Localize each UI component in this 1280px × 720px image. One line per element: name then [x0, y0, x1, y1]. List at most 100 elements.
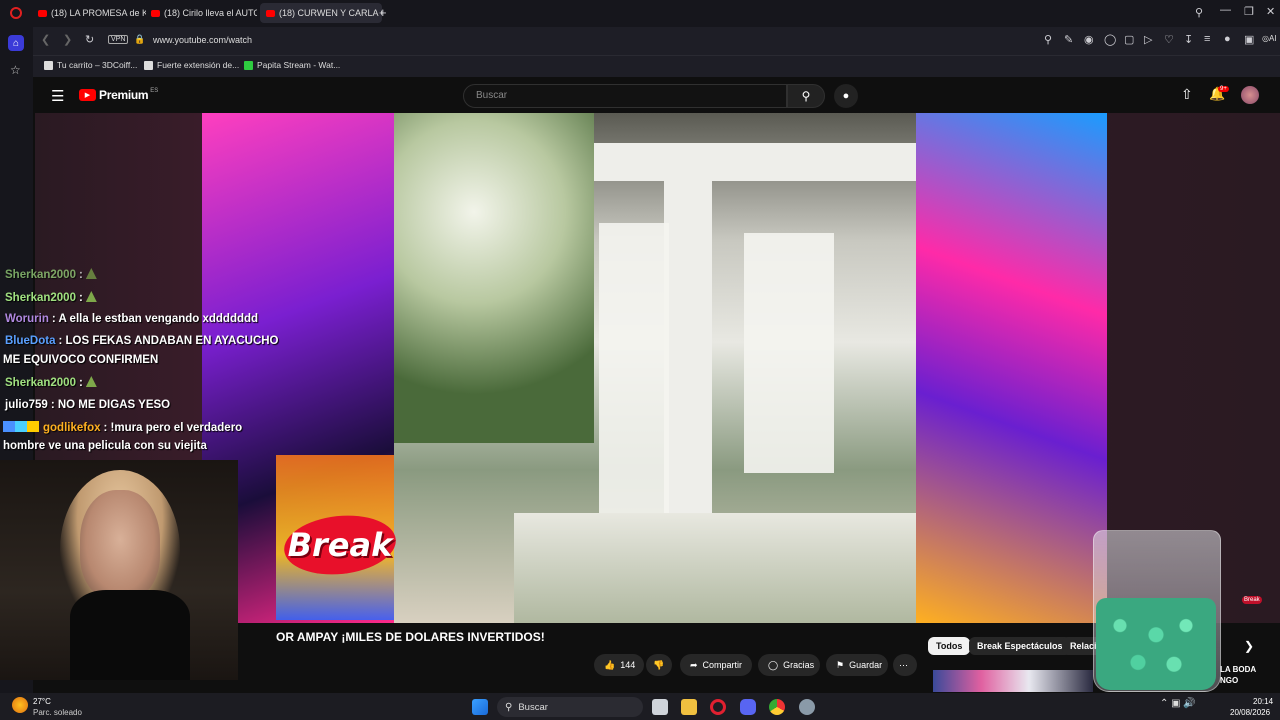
dislike-button[interactable]: 👎: [646, 654, 672, 676]
share-button[interactable]: ➦ Compartir: [680, 654, 752, 676]
suggested-video-thumbnail[interactable]: [933, 670, 1093, 692]
like-count: 144: [620, 660, 636, 670]
vpn-badge[interactable]: VPN: [108, 35, 129, 44]
restore-icon[interactable]: ❐: [1244, 5, 1254, 18]
video-right-graphics: [916, 113, 1107, 623]
thumbs-down-icon: 👎: [653, 659, 665, 670]
flower-arrangement: [394, 113, 594, 443]
tab-1[interactable]: (18) LA PROMESA de King: [38, 3, 146, 23]
tab-3-active[interactable]: (18) CURWEN Y CARLA C: [260, 3, 382, 23]
new-tab-icon[interactable]: +: [379, 5, 387, 20]
download-icon[interactable]: ↧: [1184, 33, 1193, 46]
bookmark-icon: ⚑: [836, 659, 845, 670]
chip-label: Todos: [936, 641, 963, 651]
thanks-button[interactable]: ◯ Gracias: [758, 654, 820, 676]
chat-username: julio759: [5, 399, 48, 411]
search-input[interactable]: [464, 85, 810, 106]
reload-icon[interactable]: ↻: [85, 33, 94, 46]
search-tabs-icon[interactable]: ⚲: [1195, 6, 1203, 19]
chip-all[interactable]: Todos: [928, 637, 971, 655]
extensions-icon[interactable]: ▣: [1244, 33, 1254, 46]
camera-icon[interactable]: ◉: [1084, 33, 1094, 46]
play-icon[interactable]: ▷: [1144, 33, 1152, 46]
youtube-favicon-icon: [151, 9, 160, 17]
search-box: [463, 84, 810, 108]
aria-ai-button[interactable]: ◎AI: [1262, 34, 1277, 43]
tab-label: (18) Cirilo lleva el AUTO p: [164, 8, 257, 18]
chat-text: NO ME DIGAS YESO: [57, 399, 171, 411]
edit-icon[interactable]: ✎: [1064, 33, 1073, 46]
tab-2[interactable]: (18) Cirilo lleva el AUTO p: [151, 3, 257, 23]
bookmark-3[interactable]: Papita Stream - Wat...: [244, 60, 340, 70]
break-corner-badge: Break: [1242, 596, 1262, 604]
suggested-video-title[interactable]: LA BODA NGO: [1220, 664, 1256, 686]
weather-desc[interactable]: Parc. soleado: [33, 708, 82, 717]
back-icon[interactable]: ❮: [41, 33, 50, 46]
weather-icon[interactable]: [12, 697, 28, 713]
opera-logo-icon[interactable]: [10, 7, 22, 19]
menu-icon[interactable]: ≡: [1204, 33, 1210, 45]
thanks-label: Gracias: [783, 660, 815, 670]
bookmark-label: Papita Stream - Wat...: [257, 60, 341, 70]
account-avatar[interactable]: [1241, 86, 1259, 104]
lock-icon: 🔒: [134, 34, 146, 44]
upload-icon[interactable]: ⇧: [1181, 86, 1193, 103]
youtube-play-icon: ▶: [79, 89, 96, 101]
url-text[interactable]: www.youtube.com/watch: [153, 35, 252, 45]
zoom-icon[interactable]: ⚲: [1044, 33, 1052, 46]
windows-start-icon[interactable]: [472, 699, 488, 715]
shield-icon[interactable]: ◯: [1104, 33, 1116, 46]
break-overlay-logo: Break: [276, 510, 404, 580]
system-tray[interactable]: ⌃ ▣ 🔊: [1160, 698, 1196, 709]
chat-message-continued: hombre ve una pelicula con su viejita: [3, 440, 207, 452]
cube-icon[interactable]: ▢: [1124, 33, 1134, 46]
thumbs-up-icon: 👍: [604, 659, 616, 670]
pergola-beam: [594, 143, 916, 181]
chat-text: hombre ve una pelicula con su viejita: [3, 440, 207, 452]
bookmark-2[interactable]: Fuerte extensión de...: [144, 60, 239, 70]
clock[interactable]: 20:14: [1253, 697, 1273, 706]
minimize-icon[interactable]: —: [1220, 4, 1231, 16]
home-icon[interactable]: ⌂: [8, 35, 24, 51]
video-title: OR AMPAY ¡MILES DE DOLARES INVERTIDOS!: [276, 630, 545, 644]
voice-search-button[interactable]: ●: [834, 84, 858, 108]
youtube-logo[interactable]: ▶ Premium ES: [79, 88, 158, 102]
poop-emoji-icon: [85, 376, 97, 387]
hamburger-menu-icon[interactable]: ☰: [51, 87, 64, 105]
star-icon[interactable]: ☆: [10, 63, 21, 77]
bookmark-label: Fuerte extensión de...: [157, 60, 240, 70]
tab-label: (18) LA PROMESA de King: [51, 8, 146, 18]
settings-gear-icon[interactable]: [799, 699, 815, 715]
heart-icon[interactable]: ♡: [1164, 33, 1174, 46]
like-button[interactable]: 👍 144: [594, 654, 644, 676]
chat-text: ME EQUIVOCO CONFIRMEN: [3, 354, 159, 366]
save-button[interactable]: ⚑ Guardar: [826, 654, 888, 676]
chat-text: !mura pero el verdadero: [110, 422, 243, 434]
chat-badges-icon: [3, 421, 39, 432]
search-icon: ⚲: [505, 701, 513, 713]
opera-browser-icon[interactable]: [710, 699, 726, 715]
webcam-face: [80, 490, 160, 600]
task-view-icon[interactable]: [652, 699, 668, 715]
notification-count-badge: 9+: [1218, 86, 1229, 92]
chat-username: Worurin: [5, 313, 49, 325]
chip-break-espectaculos[interactable]: Break Espectáculos: [969, 637, 1071, 655]
chat-message: godlikefox: !mura pero el verdadero: [3, 421, 242, 434]
thanks-icon: ◯: [768, 659, 779, 670]
bookmark-1[interactable]: Tu carrito – 3DCoiff...: [44, 60, 137, 70]
discord-icon[interactable]: [740, 699, 756, 715]
file-explorer-icon[interactable]: [681, 699, 697, 715]
close-window-icon[interactable]: ✕: [1266, 5, 1275, 18]
taskbar-search[interactable]: ⚲ Buscar: [497, 697, 643, 717]
more-actions-button[interactable]: ⋯: [893, 654, 917, 676]
bookmark-favicon-icon: [144, 60, 153, 70]
chat-username: godlikefox: [43, 422, 101, 434]
search-button[interactable]: ⚲: [787, 84, 825, 108]
address-bar: ❮ ❯ ↻ VPN 🔒 www.youtube.com/watch ⚲ ✎ ◉ …: [33, 27, 1280, 55]
weather-temp[interactable]: 27°C: [33, 697, 51, 706]
chat-message: Sherkan2000:: [5, 291, 97, 304]
forward-icon[interactable]: ❯: [63, 33, 72, 46]
profile-icon[interactable]: ●: [1224, 33, 1231, 45]
chips-next-icon[interactable]: ❯: [1244, 639, 1254, 653]
chrome-icon[interactable]: [769, 699, 785, 715]
